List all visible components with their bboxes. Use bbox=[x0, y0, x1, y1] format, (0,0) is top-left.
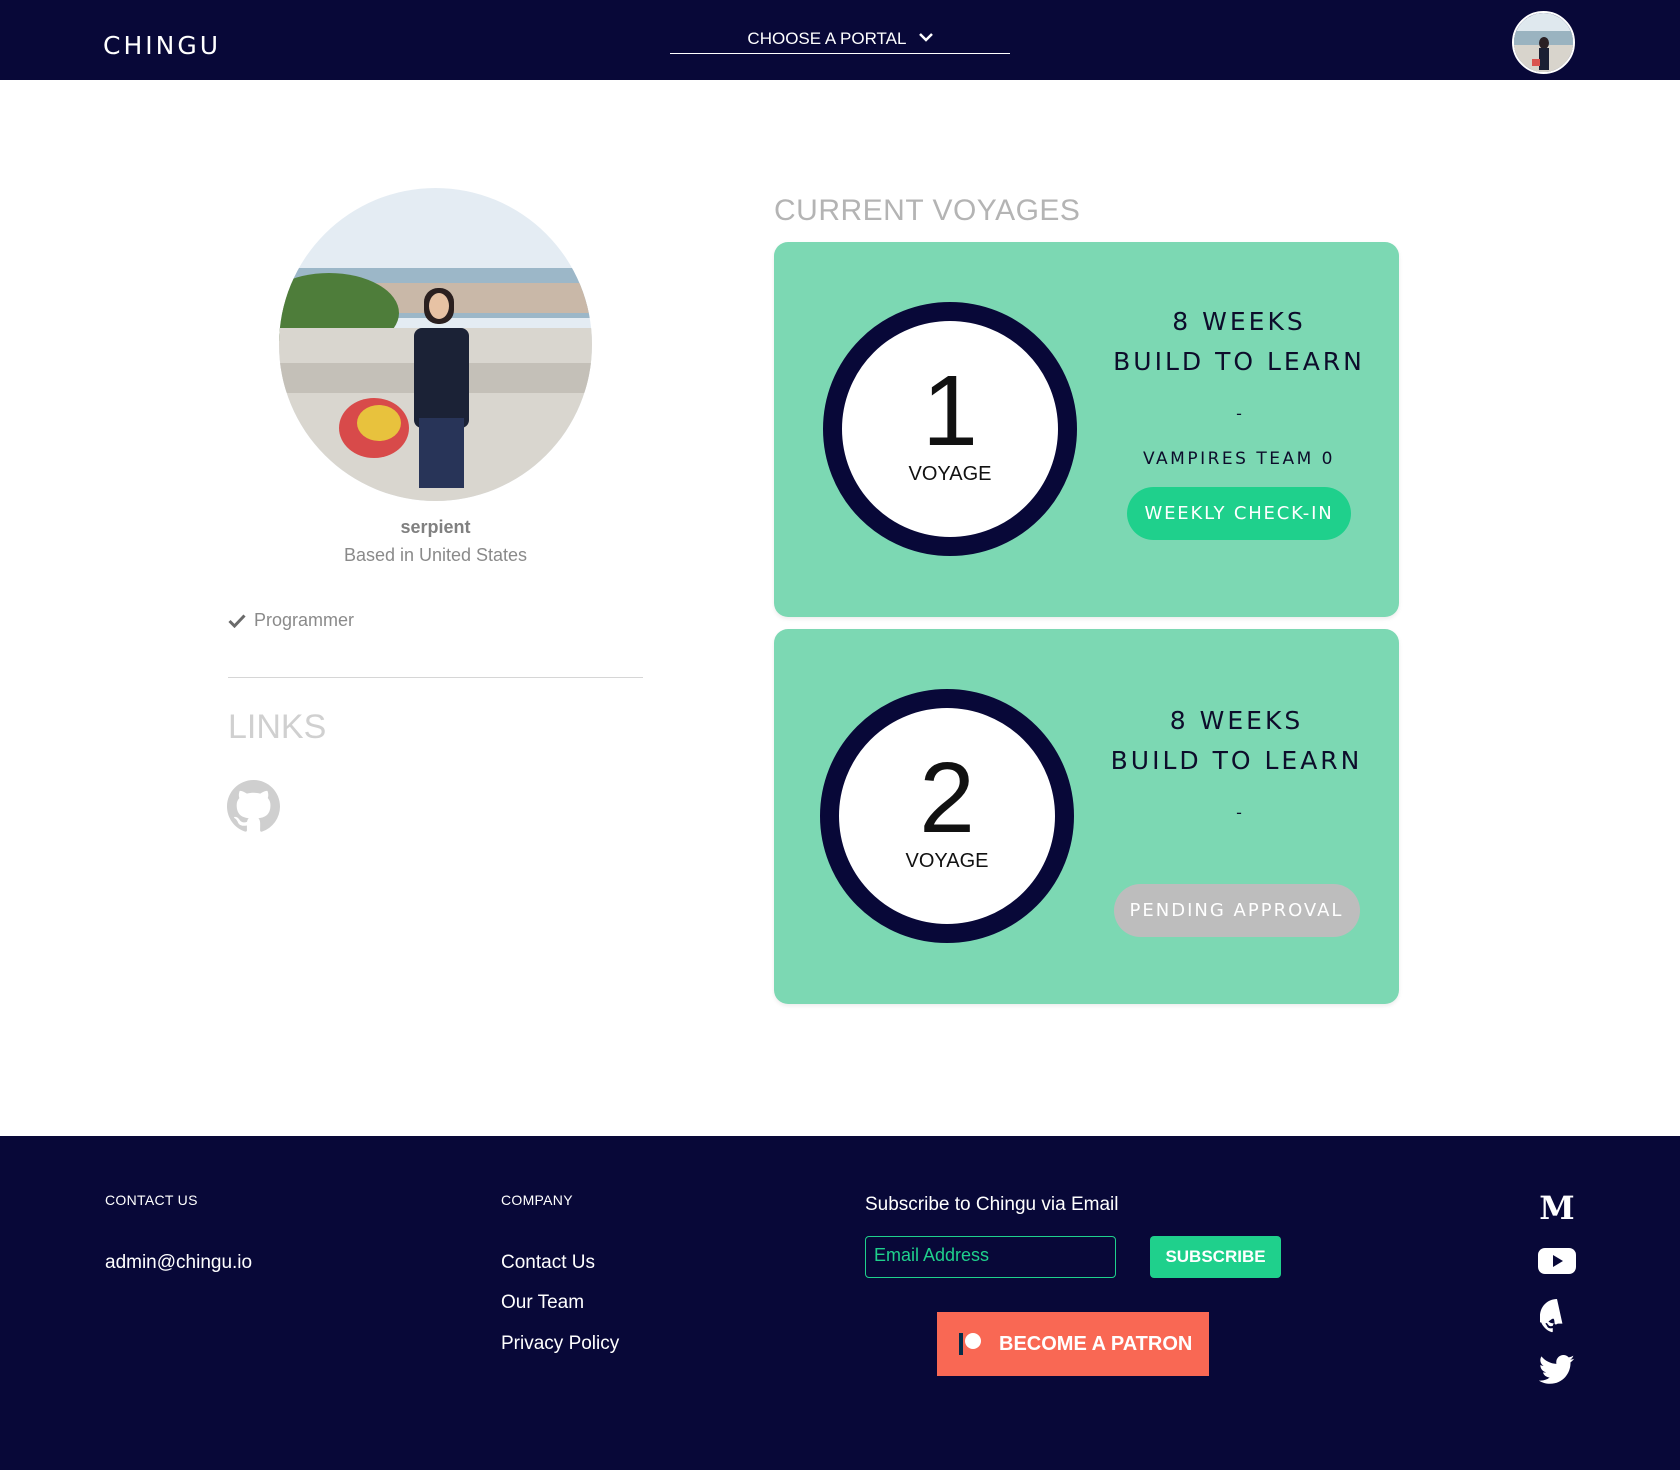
portal-dropdown-label: CHOOSE A PORTAL bbox=[747, 29, 906, 48]
footer-company-heading: COMPANY bbox=[501, 1192, 573, 1208]
user-avatar[interactable] bbox=[1512, 11, 1575, 74]
pending-approval-button: PENDING APPROVAL bbox=[1113, 884, 1360, 937]
youtube-icon[interactable] bbox=[1535, 1243, 1579, 1279]
github-icon[interactable] bbox=[227, 780, 280, 833]
footer: CONTACT US admin@chingu.io COMPANY Conta… bbox=[0, 1136, 1680, 1470]
voyage-dash: - bbox=[1236, 803, 1242, 822]
footer-link-privacy-policy[interactable]: Privacy Policy bbox=[501, 1333, 619, 1355]
medium-icon[interactable]: M bbox=[1535, 1190, 1579, 1226]
voyage-badge: 2 VOYAGE bbox=[820, 689, 1074, 943]
subscribe-heading: Subscribe to Chingu via Email bbox=[865, 1194, 1119, 1215]
become-patron-label: BECOME A PATRON bbox=[999, 1332, 1193, 1355]
footer-email-link[interactable]: admin@chingu.io bbox=[105, 1252, 252, 1274]
footer-contact-heading: CONTACT US bbox=[105, 1192, 198, 1208]
voyage-card: 2 VOYAGE 8 WEEKS BUILD TO LEARN - PENDIN… bbox=[774, 629, 1399, 1004]
chevron-down-icon bbox=[918, 27, 933, 47]
voyage-badge: 1 VOYAGE bbox=[823, 302, 1077, 556]
voyage-duration: 8 WEEKS bbox=[1169, 706, 1304, 735]
footer-link-our-team[interactable]: Our Team bbox=[501, 1292, 584, 1314]
voyage-number: 1 bbox=[922, 355, 978, 467]
skill-item: Programmer bbox=[228, 610, 354, 631]
email-input[interactable]: Email Address bbox=[865, 1236, 1116, 1278]
github-icon[interactable] bbox=[1535, 1298, 1579, 1334]
profile-photo bbox=[279, 188, 592, 501]
voyage-info: 8 WEEKS BUILD TO LEARN - VAMPIRES TEAM 0… bbox=[1104, 302, 1374, 540]
profile-username: serpient bbox=[400, 517, 471, 537]
footer-link-contact-us[interactable]: Contact Us bbox=[501, 1252, 595, 1274]
voyage-label: VOYAGE bbox=[905, 850, 989, 872]
voyage-label: VOYAGE bbox=[908, 463, 992, 485]
page: CHINGU CHOOSE A PORTAL serpient Based in… bbox=[0, 0, 1680, 1470]
voyage-duration: 8 WEEKS bbox=[1172, 307, 1306, 336]
portal-dropdown[interactable]: CHOOSE A PORTAL bbox=[670, 25, 1010, 54]
checkmark-icon bbox=[228, 613, 246, 628]
current-voyages-heading: CURRENT VOYAGES bbox=[774, 194, 1081, 227]
svg-text:M: M bbox=[1539, 1193, 1574, 1223]
links-heading: LINKS bbox=[228, 708, 327, 746]
twitter-icon[interactable] bbox=[1535, 1352, 1579, 1388]
brand-logo[interactable]: CHINGU bbox=[103, 31, 221, 60]
voyage-info: 8 WEEKS BUILD TO LEARN - PENDING APPROVA… bbox=[1104, 701, 1374, 937]
skill-label: Programmer bbox=[254, 610, 355, 630]
voyage-program: BUILD TO LEARN bbox=[1110, 746, 1363, 775]
voyage-program: BUILD TO LEARN bbox=[1113, 347, 1365, 376]
top-navbar: CHINGU CHOOSE A PORTAL bbox=[0, 0, 1680, 80]
voyage-card: 1 VOYAGE 8 WEEKS BUILD TO LEARN - VAMPIR… bbox=[774, 242, 1399, 617]
become-patron-button[interactable]: BECOME A PATRON bbox=[937, 1312, 1209, 1376]
profile-divider bbox=[228, 677, 643, 678]
profile-location: Based in United States bbox=[343, 545, 528, 565]
subscribe-button[interactable]: SUBSCRIBE bbox=[1150, 1236, 1281, 1278]
voyage-team-name: VAMPIRES TEAM 0 bbox=[1143, 449, 1335, 469]
patreon-icon bbox=[959, 1333, 981, 1355]
weekly-checkin-button[interactable]: WEEKLY CHECK-IN bbox=[1127, 487, 1351, 540]
voyage-number: 2 bbox=[919, 742, 975, 854]
voyage-dash: - bbox=[1236, 404, 1242, 423]
